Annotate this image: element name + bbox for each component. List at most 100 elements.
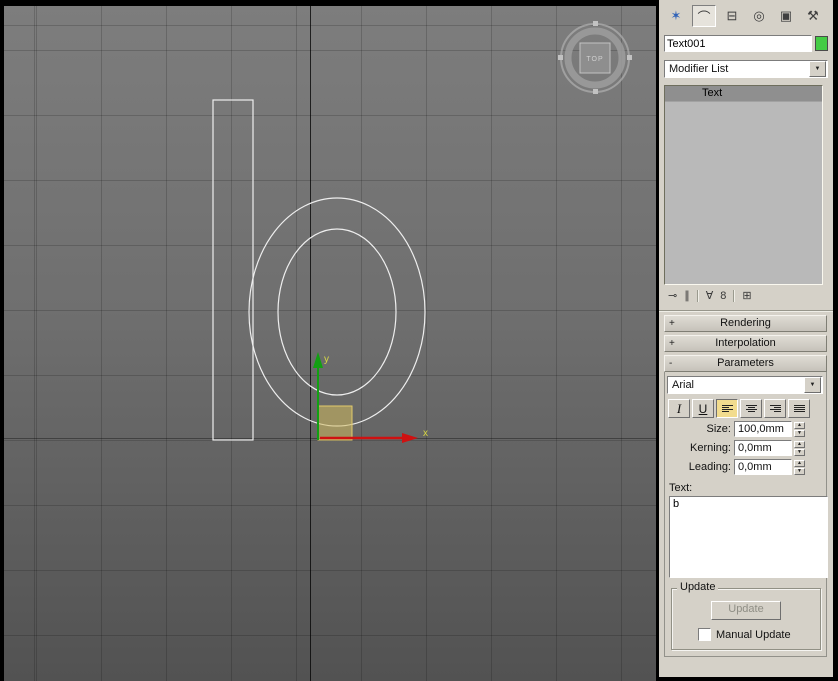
spinner-up-icon[interactable]: ▲ [794,421,805,429]
underline-button[interactable]: U [692,399,714,418]
spinner-down-icon[interactable]: ▼ [794,467,805,475]
top-viewport[interactable]: y x TOP [4,6,656,681]
italic-icon: I [676,400,682,416]
shape-stem [212,99,254,441]
align-left-button[interactable] [716,399,738,418]
align-center-button[interactable] [740,399,762,418]
size-row: Size: 100,0mm ▲ ▼ [665,421,826,437]
tab-motion[interactable]: ◎ [748,6,770,26]
align-right-button[interactable] [764,399,786,418]
update-group: Update Update Manual Update [671,581,821,650]
italic-button[interactable]: I [668,399,690,418]
remove-modifier-icon[interactable]: 8 [720,290,726,302]
spinner-down-icon[interactable]: ▼ [794,448,805,456]
pin-stack-icon[interactable]: ⊸ [668,290,677,302]
spinner-down-icon[interactable]: ▼ [794,429,805,437]
size-spinner: ▲ ▼ [794,421,805,437]
rollout-parameters[interactable]: - Parameters [664,355,827,372]
manual-update-row: Manual Update [698,628,820,641]
shape-bowl-inner [277,228,397,396]
expand-icon: + [669,338,675,349]
leading-spinner: ▲ ▼ [794,459,805,475]
kerning-spinner: ▲ ▼ [794,440,805,456]
font-style-buttons: I U [668,399,824,418]
modifier-list-label: Modifier List [669,63,729,75]
justify-icon [793,405,805,412]
text-entry-area[interactable]: b [669,496,828,578]
shape-bowl-outer [248,197,426,427]
modifier-list-dropdown[interactable]: Modifier List ▼ [664,60,828,78]
parameters-rollout-body: Arial ▼ I U Size: 100,0mm ▲ ▼ Kerning: 0… [664,372,828,657]
compass-handle-left[interactable] [558,55,563,60]
compass-handle-top[interactable] [593,21,598,26]
leading-row: Leading: 0,0mm ▲ ▼ [665,459,826,475]
object-color-swatch[interactable] [815,36,828,51]
spinner-up-icon[interactable]: ▲ [794,459,805,467]
underline-icon: U [698,401,708,416]
tab-utilities[interactable]: ⚒ [802,6,824,26]
manual-update-checkbox[interactable] [698,628,711,641]
view-label: TOP [586,56,603,63]
kerning-row: Kerning: 0,0mm ▲ ▼ [665,440,826,456]
tab-hierarchy[interactable]: ⊟ [721,6,743,26]
modifier-stack[interactable]: Text [664,85,823,285]
object-name-row [664,35,828,52]
motion-icon: ◎ [753,8,765,23]
size-label: Size: [706,423,731,435]
dropdown-arrow-icon[interactable]: ▼ [804,377,821,393]
manual-update-label: Manual Update [716,628,791,641]
leading-input[interactable]: 0,0mm [734,459,792,475]
make-unique-icon[interactable]: ∀ [706,290,714,302]
stack-item-text[interactable]: Text [665,86,822,102]
align-center-icon [745,405,757,412]
object-name-input[interactable] [664,35,812,52]
leading-label: Leading: [688,461,731,473]
expand-icon: + [669,318,675,329]
tab-modify[interactable]: ⌒ [692,5,716,27]
utilities-icon: ⚒ [807,8,819,23]
font-name: Arial [672,379,695,391]
application-window: y x TOP ✶ ⌒ ⊟ ◎ ▣ ⚒ Text001 Modifier Lis… [0,0,838,681]
dropdown-arrow-icon[interactable]: ▼ [809,61,826,77]
panel-divider [659,310,833,312]
justify-button[interactable] [788,399,810,418]
gizmo-x-arrowhead [402,433,418,443]
gizmo-xy-plane-handle[interactable] [317,405,353,441]
font-dropdown[interactable]: Arial ▼ [667,376,823,394]
toolbar-separator [696,290,699,302]
tab-create[interactable]: ✶ [665,6,687,26]
modify-icon: ⌒ [697,9,711,25]
modifier-stack-toolbar: ⊸ ∥ ∀ 8 ⊞ [659,285,833,304]
create-icon: ✶ [670,8,682,23]
text-field-label: Text: [669,482,693,494]
rollout-rendering[interactable]: + Rendering [664,315,827,332]
align-left-icon [721,405,733,412]
rollout-rendering-label: Rendering [720,317,771,329]
compass-handle-right[interactable] [627,55,632,60]
align-right-icon [769,405,781,412]
gizmo-x-label: x [423,428,428,439]
rollout-interpolation[interactable]: + Interpolation [664,335,827,352]
rollout-interpolation-label: Interpolation [715,337,776,349]
command-panel: ✶ ⌒ ⊟ ◎ ▣ ⚒ Modifier List ▼ Text ⊸ ∥ ∀ 8 [659,0,833,677]
configure-modifier-sets-icon[interactable]: ⊞ [742,290,751,302]
transform-gizmo[interactable]: y x [313,352,428,443]
collapse-icon: - [669,358,673,369]
kerning-input[interactable]: 0,0mm [734,440,792,456]
show-end-result-icon[interactable]: ∥ [684,290,690,302]
size-input[interactable]: 100,0mm [734,421,792,437]
rollout-parameters-label: Parameters [717,357,774,369]
display-icon: ▣ [779,8,793,23]
update-button[interactable]: Update [711,601,781,620]
viewcube-compass[interactable]: TOP [558,21,632,94]
gizmo-y-label: y [324,354,329,365]
update-group-label: Update [677,581,719,593]
compass-handle-bottom[interactable] [593,89,598,94]
spinner-up-icon[interactable]: ▲ [794,440,805,448]
command-panel-tabs: ✶ ⌒ ⊟ ◎ ▣ ⚒ [659,0,833,30]
gizmo-y-arrowhead [313,352,323,368]
hierarchy-icon: ⊟ [726,8,738,23]
kerning-label: Kerning: [690,442,731,454]
toolbar-separator [733,290,736,302]
tab-display[interactable]: ▣ [775,6,797,26]
